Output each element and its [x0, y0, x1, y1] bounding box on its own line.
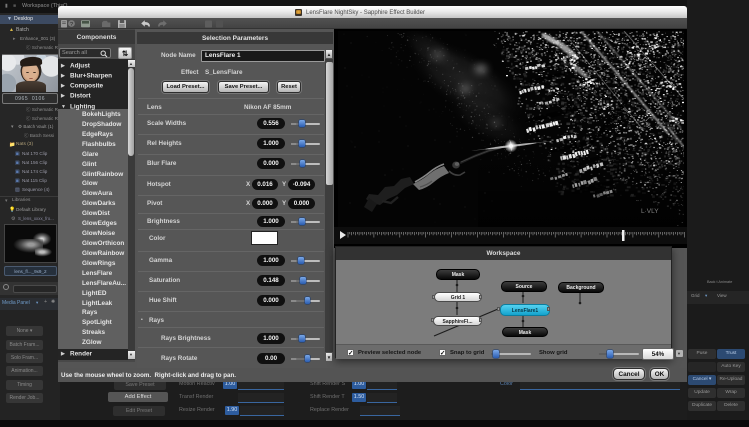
svg-text:L·VLY: L·VLY [641, 208, 659, 215]
svg-text:?: ? [70, 22, 73, 28]
